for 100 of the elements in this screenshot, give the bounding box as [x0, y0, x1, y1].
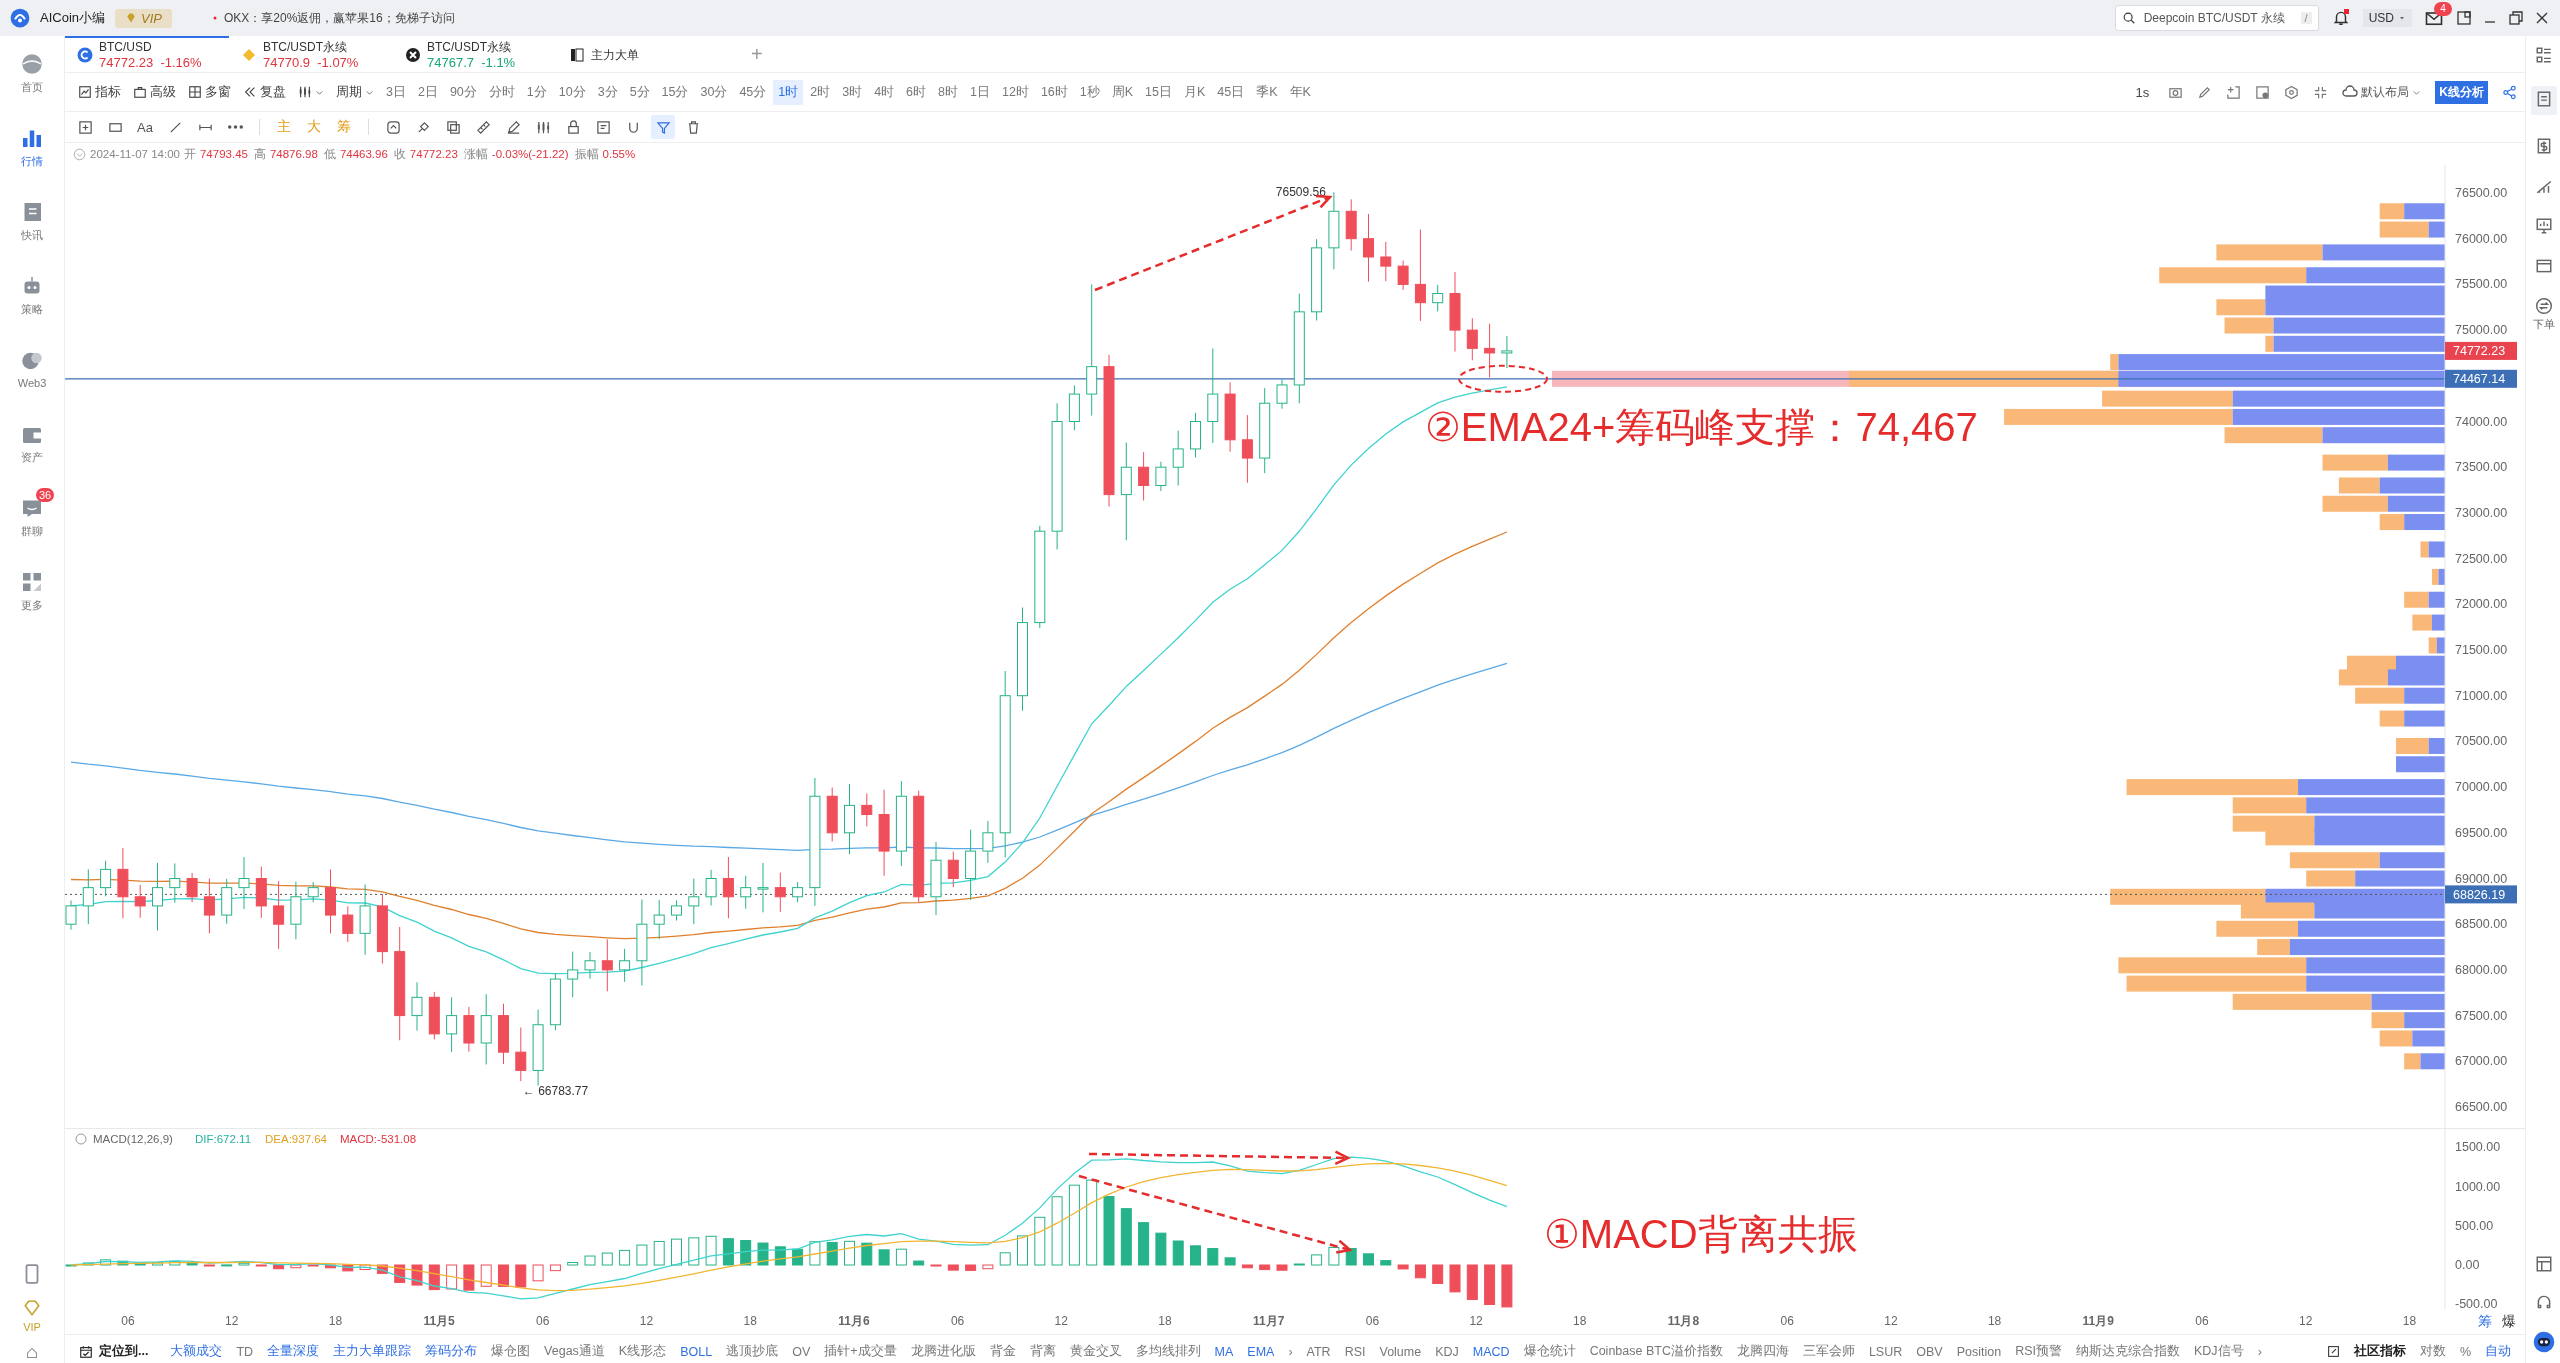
- indicator-link[interactable]: MA: [1214, 1344, 1234, 1359]
- overlay-toggle[interactable]: 筹: [332, 115, 356, 139]
- order-button[interactable]: 下单: [2533, 297, 2555, 332]
- period-tab[interactable]: 90分: [444, 79, 482, 105]
- indicator-link[interactable]: 爆仓统计: [1523, 1343, 1576, 1360]
- period-tab[interactable]: 月K: [1179, 79, 1211, 105]
- vip-badge[interactable]: VIP: [115, 8, 172, 28]
- indicator-link[interactable]: OBV: [1916, 1344, 1943, 1359]
- overlay-toggle[interactable]: 大: [302, 115, 326, 139]
- indicator-link[interactable]: K线形态: [618, 1343, 667, 1360]
- symbol-tab[interactable]: BTC/USDT永续 74770.9 -1.07%: [229, 36, 393, 72]
- toolbar-button[interactable]: 周期: [331, 83, 379, 101]
- period-tab[interactable]: 1分: [521, 79, 552, 105]
- symbol-tab[interactable]: 主力大单: [557, 36, 721, 72]
- symbol-tab[interactable]: BTC/USDT永续 74767.7 -1.1%: [393, 36, 557, 72]
- sidebar-item[interactable]: 行情: [0, 110, 64, 184]
- period-tab[interactable]: 周K: [1106, 79, 1139, 105]
- indicator-link[interactable]: RSI预警: [2015, 1343, 2062, 1360]
- add-tab-button[interactable]: +: [721, 36, 793, 72]
- period-tab[interactable]: 6时: [901, 79, 932, 105]
- indicator-link[interactable]: BOLL: [680, 1344, 713, 1359]
- period-tab[interactable]: 分时: [483, 79, 520, 105]
- indicator-link[interactable]: Position: [1956, 1344, 2002, 1359]
- period-tab[interactable]: 季K: [1251, 79, 1283, 105]
- period-tab[interactable]: 4时: [869, 79, 900, 105]
- period-tab[interactable]: 年K: [1284, 79, 1316, 105]
- indicator-link[interactable]: Coinbase BTC溢价指数: [1589, 1343, 1723, 1360]
- indicator-link[interactable]: 背金: [989, 1343, 1016, 1360]
- indicator-link[interactable]: 纳斯达克综合指数: [2076, 1343, 2180, 1360]
- period-tab[interactable]: 30分: [695, 79, 733, 105]
- indicator-link[interactable]: 多均线排列: [1135, 1343, 1201, 1360]
- layout-dropdown[interactable]: 默认布局: [2342, 83, 2422, 101]
- period-tab[interactable]: 3时: [837, 79, 868, 105]
- period-tab[interactable]: 12时: [996, 79, 1034, 105]
- currency-dropdown[interactable]: USD: [2362, 9, 2412, 27]
- indicator-link[interactable]: 龙腾四海: [1736, 1343, 1789, 1360]
- indicator-link[interactable]: RSI: [1344, 1344, 1366, 1359]
- indicator-link[interactable]: OV: [792, 1344, 811, 1359]
- indicator-link[interactable]: MACD: [1472, 1344, 1510, 1359]
- indicator-link[interactable]: ›: [1288, 1344, 1293, 1359]
- indicator-link[interactable]: KDJ: [1435, 1344, 1459, 1359]
- toolbar-button[interactable]: 指标: [73, 83, 126, 101]
- indicator-link[interactable]: ›: [2257, 1344, 2262, 1359]
- sidebar-item[interactable]: 快讯: [0, 184, 64, 258]
- scale-option[interactable]: 自动: [2485, 1343, 2511, 1360]
- toolbar-button[interactable]: 高级: [128, 83, 181, 101]
- period-tab[interactable]: 2时: [805, 79, 836, 105]
- period-tab[interactable]: 10分: [553, 79, 591, 105]
- news-ticker[interactable]: OKX：享20%返佣，赢苹果16；免梯子访问: [224, 9, 455, 27]
- analysis-button[interactable]: K线分析: [2435, 80, 2488, 104]
- indicator-link[interactable]: 龙腾进化版: [910, 1343, 976, 1360]
- locate-button[interactable]: 定位到...: [79, 1343, 149, 1360]
- period-tab[interactable]: 45日: [1212, 79, 1250, 105]
- scale-option[interactable]: %: [2459, 1344, 2471, 1359]
- text-tool[interactable]: Aa: [133, 115, 157, 139]
- symbol-tab[interactable]: BTC/USD 74772.23 -1.16%: [65, 36, 229, 72]
- period-tab[interactable]: 15分: [656, 79, 694, 105]
- indicator-link[interactable]: 全量深度: [267, 1343, 320, 1360]
- overlay-switch[interactable]: 筹: [2478, 1313, 2492, 1329]
- indicator-link[interactable]: 黄金交叉: [1069, 1343, 1122, 1360]
- period-tab[interactable]: 3日: [381, 79, 411, 105]
- indicator-link[interactable]: 筹码分布: [425, 1343, 478, 1360]
- community-indicators[interactable]: 社区指标: [2353, 1343, 2406, 1360]
- period-tab[interactable]: 5分: [624, 79, 655, 105]
- indicator-link[interactable]: 爆仓图: [491, 1343, 531, 1360]
- sidebar-item[interactable]: 首页: [0, 36, 64, 110]
- period-tab[interactable]: 1时: [773, 79, 804, 105]
- period-tab[interactable]: 2日: [412, 79, 443, 105]
- indicator-link[interactable]: 主力大单跟踪: [333, 1343, 412, 1360]
- toolbar-button[interactable]: 复盘: [238, 83, 291, 101]
- vip-item[interactable]: VIP: [0, 1299, 64, 1333]
- indicator-link[interactable]: 插针+成交量: [824, 1343, 897, 1360]
- period-tab[interactable]: 16时: [1035, 79, 1073, 105]
- indicator-link[interactable]: TD: [236, 1344, 254, 1359]
- period-tab[interactable]: 1秒: [1074, 79, 1105, 105]
- search-field[interactable]: Deepcoin BTC/USDT 永续 /: [2114, 5, 2319, 31]
- refresh-interval[interactable]: 1s: [2130, 84, 2155, 100]
- sidebar-item[interactable]: 更多: [0, 554, 64, 628]
- indicator-link[interactable]: 逃顶抄底: [726, 1343, 779, 1360]
- indicator-link[interactable]: Vegas通道: [544, 1343, 605, 1360]
- period-tab[interactable]: 8时: [933, 79, 963, 105]
- period-tab[interactable]: 15日: [1140, 79, 1177, 105]
- overlay-toggle[interactable]: 主: [272, 115, 296, 139]
- sidebar-item[interactable]: 群聊 36: [0, 480, 64, 554]
- indicator-link[interactable]: 背离: [1029, 1343, 1056, 1360]
- period-tab[interactable]: 3分: [592, 79, 623, 105]
- indicator-link[interactable]: 三军会师: [1802, 1343, 1855, 1360]
- sidebar-item[interactable]: 策略: [0, 258, 64, 332]
- period-tab[interactable]: 45分: [734, 79, 772, 105]
- sidebar-item[interactable]: Web3: [0, 332, 64, 406]
- indicator-link[interactable]: 大额成交: [170, 1343, 223, 1360]
- scale-option[interactable]: 对数: [2419, 1343, 2446, 1360]
- sidebar-item[interactable]: 资产: [0, 406, 64, 480]
- overlay-switch[interactable]: 爆: [2502, 1313, 2516, 1329]
- toolbar-button[interactable]: 多窗: [183, 83, 236, 101]
- indicator-link[interactable]: ATR: [1306, 1344, 1331, 1359]
- indicator-link[interactable]: EMA: [1247, 1344, 1275, 1359]
- indicator-link[interactable]: LSUR: [1868, 1344, 1903, 1359]
- indicator-link[interactable]: Volume: [1379, 1344, 1422, 1359]
- indicator-link[interactable]: KDJ信号: [2194, 1343, 2244, 1360]
